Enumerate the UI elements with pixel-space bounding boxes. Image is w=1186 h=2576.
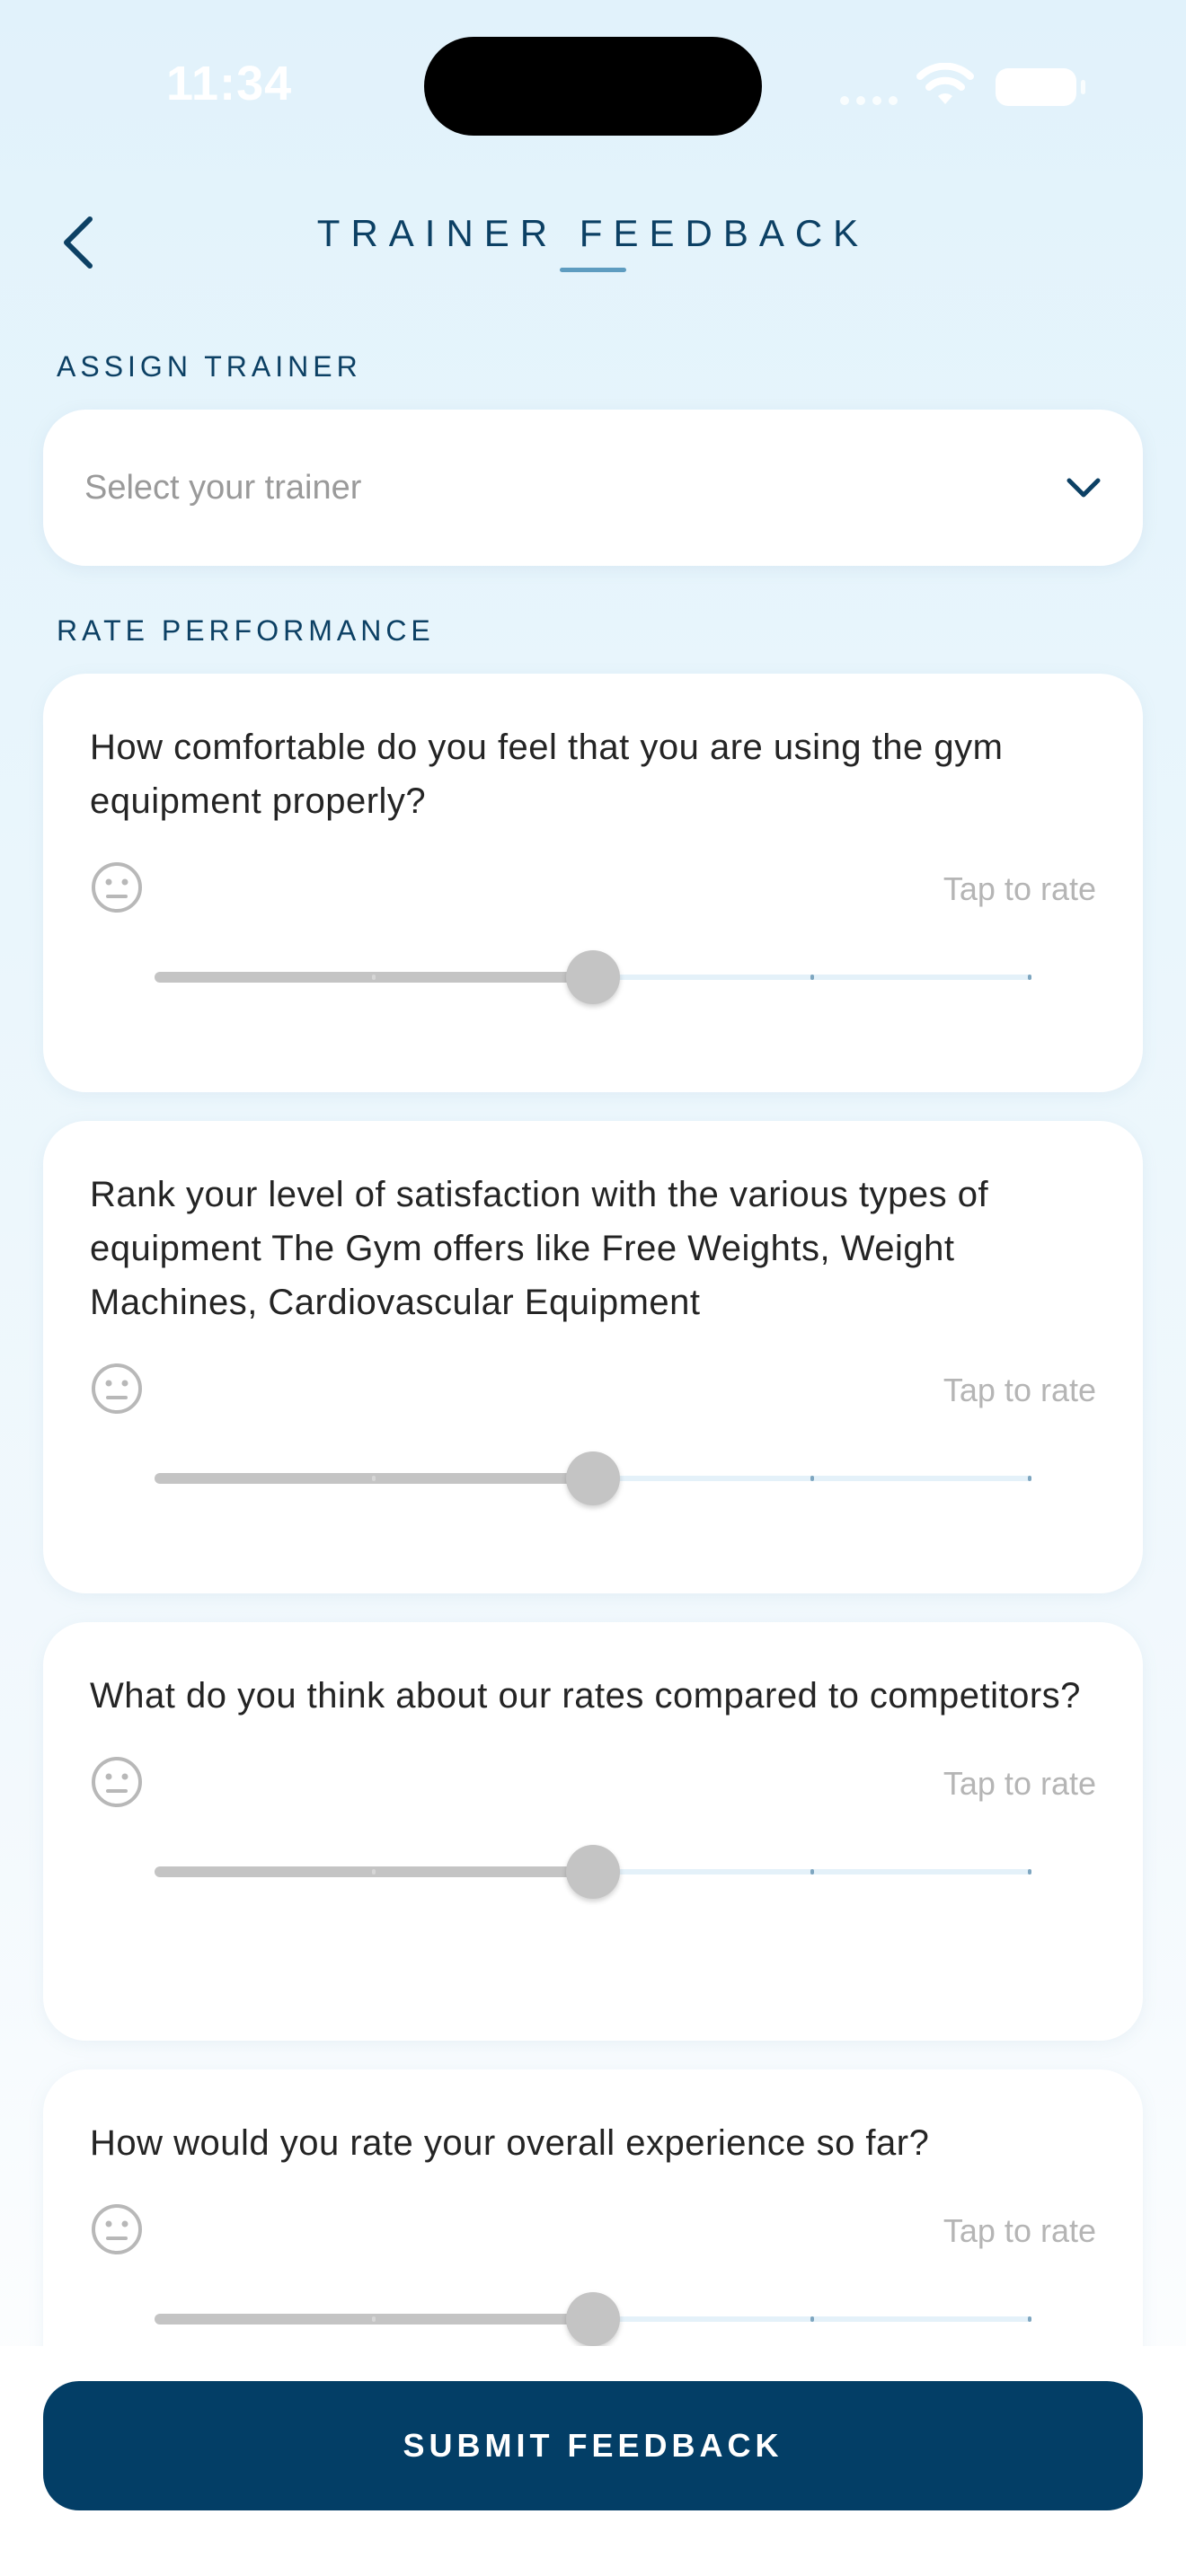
- tap-to-rate-hint: Tap to rate: [943, 1765, 1096, 1802]
- wifi-icon: [916, 63, 974, 104]
- rating-face[interactable]: [90, 2202, 144, 2261]
- neutral-face-icon: [92, 1756, 142, 1807]
- dynamic-island: [424, 37, 762, 136]
- slider-tick: [372, 1869, 376, 1875]
- rate-row: Tap to rate: [90, 1362, 1096, 1419]
- slider-tick: [1028, 2316, 1031, 2322]
- chevron-down-icon: [1067, 478, 1101, 498]
- rating-slider[interactable]: [155, 2292, 1031, 2346]
- slider-thumb[interactable]: [566, 950, 620, 1004]
- status-time: 11:34: [166, 57, 293, 110]
- rating-face[interactable]: [90, 860, 144, 919]
- cellular-signal-icon: [840, 93, 905, 110]
- rating-face[interactable]: [90, 1362, 144, 1420]
- slider-tick: [1028, 1476, 1031, 1481]
- rating-slider[interactable]: [155, 1451, 1031, 1505]
- slider-tick: [372, 2316, 376, 2322]
- question-card: Rank your level of satisfaction with the…: [43, 1121, 1143, 1593]
- tap-to-rate-hint: Tap to rate: [943, 870, 1096, 907]
- slider-tick: [810, 975, 814, 980]
- question-card: How comfortable do you feel that you are…: [43, 674, 1143, 1092]
- trainer-select-placeholder: Select your trainer: [84, 468, 362, 507]
- battery-icon: [996, 68, 1085, 106]
- question-text: Rank your level of satisfaction with the…: [90, 1175, 989, 1322]
- rate-performance-label: RATE PERFORMANCE: [57, 614, 435, 647]
- title-underline: [560, 268, 626, 272]
- trainer-select[interactable]: Select your trainer: [43, 410, 1143, 566]
- slider-tick: [372, 1476, 376, 1481]
- question-text: How would you rate your overall experien…: [90, 2123, 930, 2163]
- slider-tick: [1028, 1869, 1031, 1875]
- neutral-face-icon: [92, 2203, 142, 2254]
- question-card: What do you think about our rates compar…: [43, 1622, 1143, 2041]
- slider-thumb[interactable]: [566, 2292, 620, 2346]
- rating-slider[interactable]: [155, 950, 1031, 1004]
- submit-feedback-button[interactable]: SUBMIT FEEDBACK: [43, 2381, 1143, 2510]
- tap-to-rate-hint: Tap to rate: [943, 1372, 1096, 1408]
- slider-tick: [810, 2316, 814, 2322]
- rating-face[interactable]: [90, 1755, 144, 1813]
- slider-thumb[interactable]: [566, 1845, 620, 1899]
- question-text: What do you think about our rates compar…: [90, 1676, 1081, 1716]
- rate-row: Tap to rate: [90, 1755, 1096, 1813]
- slider-tick: [372, 975, 376, 980]
- slider-thumb[interactable]: [566, 1451, 620, 1505]
- slider-tick: [1028, 975, 1031, 980]
- slider-tick: [810, 1869, 814, 1875]
- neutral-face-icon: [92, 861, 142, 913]
- rate-row: Tap to rate: [90, 860, 1096, 918]
- question-text: How comfortable do you feel that you are…: [90, 728, 1004, 821]
- rating-slider[interactable]: [155, 1845, 1031, 1899]
- slider-tick: [810, 1476, 814, 1481]
- assign-trainer-label: ASSIGN TRAINER: [57, 350, 362, 383]
- tap-to-rate-hint: Tap to rate: [943, 2212, 1096, 2249]
- neutral-face-icon: [92, 1363, 142, 1414]
- page-title: TRAINER FEEDBACK: [316, 212, 870, 254]
- rate-row: Tap to rate: [90, 2202, 1096, 2260]
